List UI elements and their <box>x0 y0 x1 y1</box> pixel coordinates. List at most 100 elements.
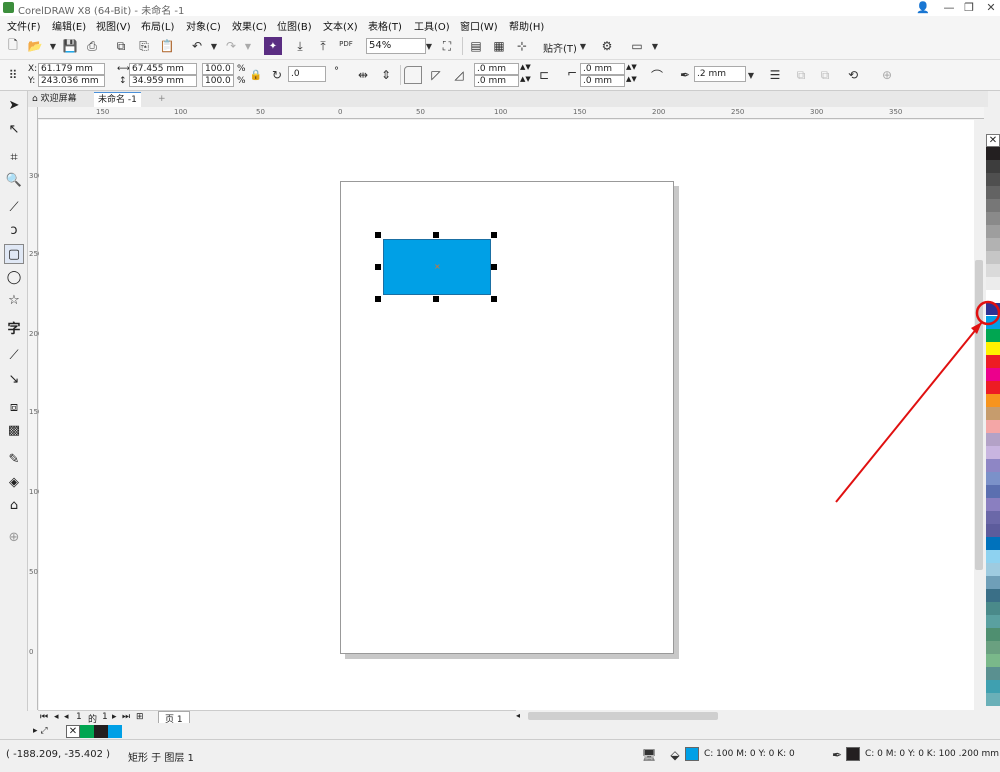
palette-swatch[interactable] <box>986 654 1000 667</box>
palette-swatch[interactable] <box>986 238 1000 251</box>
palette-swatch[interactable] <box>986 199 1000 212</box>
zoom-tool-icon[interactable]: 🔍 <box>4 170 24 190</box>
palette-swatch[interactable] <box>986 563 1000 576</box>
application-launcher-icon[interactable]: ▭ <box>628 37 646 55</box>
full-screen-icon[interactable]: ⛶ <box>438 37 456 55</box>
search-content-icon[interactable]: ✦ <box>264 37 282 55</box>
close-button[interactable]: ✕ <box>978 0 1000 16</box>
menu-object[interactable]: 对象(C) <box>186 18 221 33</box>
copy-icon[interactable]: ⎘ <box>135 37 153 55</box>
selection-handle[interactable] <box>433 232 439 238</box>
vertical-scroll-thumb[interactable] <box>975 260 983 570</box>
menu-effects[interactable]: 效果(C) <box>232 18 267 33</box>
selection-handle[interactable] <box>375 232 381 238</box>
corner-spin-up-icon[interactable]: ▲▼ <box>520 63 531 71</box>
scale-height-field[interactable]: 100.0 <box>202 75 234 87</box>
menu-table[interactable]: 表格(T) <box>368 18 402 33</box>
palette-swatch[interactable] <box>986 251 1000 264</box>
show-rulers-icon[interactable]: ▤ <box>467 37 485 55</box>
vertical-ruler[interactable]: 300 250 200 150 100 50 0 <box>28 107 42 710</box>
corner-lock-icon[interactable]: ⊏ <box>535 66 553 84</box>
no-color-swatch[interactable]: ✕ <box>66 725 80 738</box>
scalloped-corner-icon[interactable]: ◸ <box>427 66 445 84</box>
lock-ratio-icon[interactable]: 🔒 <box>247 66 265 84</box>
rotation-angle-field[interactable]: .0 <box>288 66 326 82</box>
to-front-icon[interactable]: ⧉ <box>792 66 810 84</box>
mirror-horizontal-icon[interactable]: ⇹ <box>354 66 372 84</box>
zoom-dropdown-icon[interactable]: ▼ <box>420 37 438 55</box>
palette-swatch[interactable] <box>986 680 1000 693</box>
selection-handle[interactable] <box>375 264 381 270</box>
palette-swatch[interactable] <box>986 550 1000 563</box>
fill-color-swatch[interactable] <box>685 747 699 761</box>
publish-pdf-icon[interactable]: PDF <box>337 35 355 53</box>
last-page-icon[interactable]: ⏭ <box>122 712 130 722</box>
redo-icon[interactable]: ↷ <box>222 37 240 55</box>
drop-shadow-icon[interactable]: ⧈ <box>4 397 24 417</box>
palette-swatch[interactable] <box>986 498 1000 511</box>
palette-swatch[interactable] <box>986 576 1000 589</box>
prev-icon[interactable]: ◂ <box>64 712 69 722</box>
corner-br-spin-icon[interactable]: ▲▼ <box>626 75 637 83</box>
width-field[interactable]: 67.455 mm <box>129 63 197 75</box>
center-marker[interactable]: × <box>434 263 441 271</box>
palette-swatch[interactable] <box>986 511 1000 524</box>
palette-swatch[interactable] <box>986 446 1000 459</box>
rectangle-tool-icon[interactable]: ▢ <box>4 244 24 264</box>
add-tool-icon[interactable]: ⊕ <box>4 527 24 547</box>
palette-swatch[interactable] <box>986 303 1000 316</box>
vertical-scrollbar[interactable] <box>974 120 984 710</box>
tab-document[interactable]: 未命名 -1 <box>94 92 141 107</box>
x-position-field[interactable]: 61.179 mm <box>38 63 105 75</box>
corner-tr-spin-icon[interactable]: ▲▼ <box>626 63 637 71</box>
palette-swatch[interactable] <box>986 173 1000 186</box>
outline-color-swatch[interactable] <box>846 747 860 761</box>
menu-edit[interactable]: 编辑(E) <box>52 18 86 33</box>
undo-icon[interactable]: ↶ <box>188 37 206 55</box>
options-gear-icon[interactable]: ⚙ <box>598 37 616 55</box>
palette-swatch[interactable] <box>986 290 1000 303</box>
palette-swatch[interactable] <box>986 381 1000 394</box>
account-icon[interactable]: 👤 <box>910 0 936 16</box>
palette-swatch[interactable] <box>986 329 1000 342</box>
show-guidelines-icon[interactable]: ⊹ <box>513 37 531 55</box>
doc-swatch-black[interactable] <box>94 725 108 738</box>
palette-swatch[interactable] <box>985 315 1000 330</box>
ellipse-tool-icon[interactable]: ◯ <box>4 267 24 287</box>
first-page-icon[interactable]: ⏮ <box>40 712 48 722</box>
open-folder-icon[interactable]: 📂 <box>26 37 44 55</box>
palette-swatch[interactable] <box>986 212 1000 225</box>
palette-swatch[interactable] <box>986 355 1000 368</box>
undo-dropdown-icon[interactable]: ▼ <box>205 37 223 55</box>
palette-swatch[interactable] <box>986 589 1000 602</box>
selection-handle[interactable] <box>491 232 497 238</box>
palette-swatch[interactable] <box>986 368 1000 381</box>
corner-tr-icon[interactable]: ⌐ <box>563 64 581 82</box>
doc-swatch-cyan[interactable] <box>108 725 122 738</box>
palette-swatch[interactable] <box>986 693 1000 706</box>
outline-dropdown-icon[interactable]: ▼ <box>742 66 760 84</box>
to-back-icon[interactable]: ⧉ <box>816 66 834 84</box>
open-dropdown-icon[interactable]: ▼ <box>44 37 62 55</box>
smart-fill-icon[interactable]: ⌂ <box>4 495 24 515</box>
corner-radius-bottom-right[interactable]: .0 mm <box>580 75 625 87</box>
eyedropper-icon[interactable]: ✎ <box>4 449 24 469</box>
horizontal-scroll-thumb[interactable] <box>528 712 718 720</box>
outline-pen-status-icon[interactable]: ✒ <box>828 746 846 764</box>
artistic-media-icon[interactable]: ↄ <box>4 220 24 240</box>
selection-handle[interactable] <box>491 296 497 302</box>
no-fill-swatch[interactable]: ✕ <box>986 134 1000 147</box>
object-origin-icon[interactable]: ⠿ <box>4 66 22 84</box>
palette-swatch[interactable] <box>986 628 1000 641</box>
palette-swatch[interactable] <box>986 459 1000 472</box>
show-grid-icon[interactable]: ▦ <box>490 37 508 55</box>
launcher-dropdown-icon[interactable]: ▼ <box>646 37 664 55</box>
mirror-vertical-icon[interactable]: ⇕ <box>377 66 395 84</box>
text-tool-icon[interactable]: 字 <box>4 317 24 337</box>
palette-swatch[interactable] <box>986 407 1000 420</box>
connector-tool-icon[interactable]: ↘ <box>4 369 24 389</box>
add-page-icon[interactable]: ⊞ <box>136 712 144 722</box>
parallel-dimension-icon[interactable]: ⟋ <box>4 345 24 365</box>
add-property-icon[interactable]: ⊕ <box>878 66 896 84</box>
chamfered-corner-icon[interactable]: ◿ <box>450 66 468 84</box>
